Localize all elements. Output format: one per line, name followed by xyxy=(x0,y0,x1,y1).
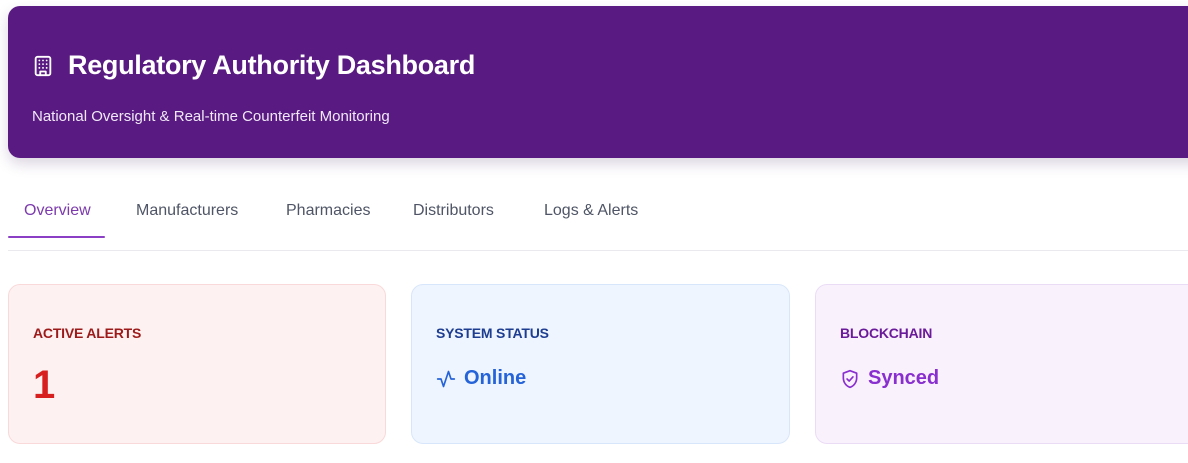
building-icon xyxy=(32,55,54,77)
system-status-label: SYSTEM STATUS xyxy=(436,325,549,341)
system-status-card: SYSTEM STATUS Online xyxy=(411,284,790,444)
system-status-row: Online xyxy=(436,367,526,390)
dashboard-page: Regulatory Authority Dashboard National … xyxy=(0,0,1188,463)
tab-bar: Overview Manufacturers Pharmacies Distri… xyxy=(8,186,1188,251)
blockchain-row: Synced xyxy=(840,367,939,390)
blockchain-label: BLOCKCHAIN xyxy=(840,325,933,341)
active-tab-indicator xyxy=(8,236,105,238)
tab-distributors[interactable]: Distributors xyxy=(413,202,494,220)
activity-icon xyxy=(436,369,456,389)
tab-pharmacies[interactable]: Pharmacies xyxy=(286,202,370,220)
tab-manufacturers[interactable]: Manufacturers xyxy=(136,202,238,220)
blockchain-value: Synced xyxy=(868,367,940,389)
active-alerts-card: ACTIVE ALERTS 1 xyxy=(8,284,386,444)
page-subtitle: National Oversight & Real-time Counterfe… xyxy=(32,108,390,125)
header-title-row: Regulatory Authority Dashboard xyxy=(32,50,475,81)
system-status-value: Online xyxy=(464,367,527,389)
dashboard-header: Regulatory Authority Dashboard National … xyxy=(8,6,1188,158)
blockchain-card: BLOCKCHAIN Synced xyxy=(815,284,1188,444)
active-alerts-label: ACTIVE ALERTS xyxy=(33,325,142,341)
page-title: Regulatory Authority Dashboard xyxy=(68,50,476,80)
tab-logs-alerts[interactable]: Logs & Alerts xyxy=(544,202,638,220)
tab-overview[interactable]: Overview xyxy=(24,202,91,220)
shield-check-icon xyxy=(840,369,860,389)
active-alerts-count: 1 xyxy=(33,363,56,407)
